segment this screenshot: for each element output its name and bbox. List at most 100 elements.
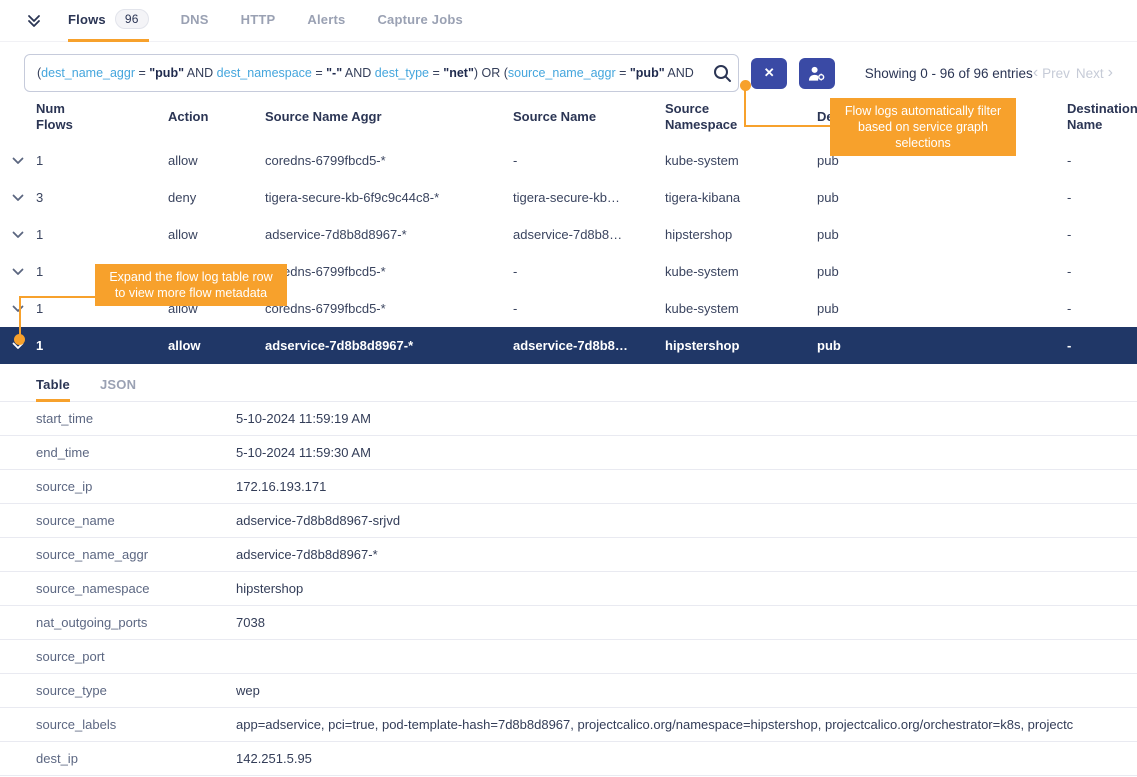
pagination-prev[interactable]: ‹ Prev bbox=[1033, 65, 1070, 81]
destination-name-cell: - bbox=[1067, 190, 1137, 205]
detail-row: source_name_aggr adservice-7d8b8d8967-* bbox=[0, 538, 1137, 572]
query-token: ) OR ( bbox=[474, 66, 508, 80]
source-name-aggr-cell: coredns-6799fbcd5-* bbox=[265, 301, 513, 316]
action-cell: allow bbox=[168, 227, 265, 242]
detail-key: source_labels bbox=[36, 717, 236, 732]
action-cell: allow bbox=[168, 153, 265, 168]
detail-row: source_ip 172.16.193.171 bbox=[0, 470, 1137, 504]
source-name-aggr-cell: tigera-secure-kb-6f9c9c44c8-* bbox=[265, 190, 513, 205]
num-flows-cell: 1 bbox=[36, 227, 168, 242]
source-namespace-cell: kube-system bbox=[665, 153, 817, 168]
detail-value: adservice-7d8b8d8967-srjvd bbox=[236, 513, 1137, 528]
flow-logs-panel: Flows 96 DNS HTTP Alerts Capture Jobs (d… bbox=[0, 0, 1137, 777]
detail-row: end_time 5-10-2024 11:59:30 AM bbox=[0, 436, 1137, 470]
detail-row: source_port bbox=[0, 640, 1137, 674]
callout-expand-note: Expand the flow log table row to view mo… bbox=[95, 264, 287, 306]
chevron-down-icon bbox=[12, 194, 24, 202]
detail-row: source_labels app=adservice, pci=true, p… bbox=[0, 708, 1137, 742]
dest-name-aggr-cell: pub bbox=[817, 190, 1067, 205]
detail-value: 5-10-2024 11:59:19 AM bbox=[236, 411, 1137, 426]
tab-alerts[interactable]: Alerts bbox=[307, 0, 345, 42]
source-namespace-cell: tigera-kibana bbox=[665, 190, 817, 205]
detail-tabs: Table JSON bbox=[0, 364, 1137, 402]
action-cell: allow bbox=[168, 338, 265, 353]
next-chevron-icon: › bbox=[1108, 65, 1113, 81]
callout-connector-line bbox=[19, 297, 21, 337]
tab-capture-jobs[interactable]: Capture Jobs bbox=[377, 0, 462, 42]
query-token: AND bbox=[184, 66, 217, 80]
pagination-next[interactable]: Next › bbox=[1076, 65, 1113, 81]
header-tabs: Flows 96 DNS HTTP Alerts Capture Jobs bbox=[68, 0, 495, 42]
expand-row-button[interactable] bbox=[0, 157, 36, 165]
table-row[interactable]: 3 deny tigera-secure-kb-6f9c9c44c8-* tig… bbox=[0, 179, 1137, 216]
detail-row: nat_outgoing_ports 7038 bbox=[0, 606, 1137, 640]
source-name-cell: - bbox=[513, 153, 665, 168]
tab-label: DNS bbox=[181, 12, 209, 27]
detail-tab-table[interactable]: Table bbox=[36, 377, 70, 402]
detail-key: start_time bbox=[36, 411, 236, 426]
query-token: AND bbox=[342, 66, 375, 80]
detail-row: source_name adservice-7d8b8d8967-srjvd bbox=[0, 504, 1137, 538]
callout-connector-line bbox=[744, 125, 830, 127]
double-chevron-down-icon bbox=[26, 13, 42, 29]
tab-label: Alerts bbox=[307, 12, 345, 27]
tab-http[interactable]: HTTP bbox=[241, 0, 276, 42]
num-flows-cell: 1 bbox=[36, 153, 168, 168]
search-icon[interactable] bbox=[712, 63, 732, 83]
filter-settings-button[interactable] bbox=[799, 58, 835, 89]
detail-key: source_namespace bbox=[36, 581, 236, 596]
column-header: Destination Name bbox=[1067, 101, 1137, 134]
filter-query-input[interactable]: (dest_name_aggr = "pub" AND dest_namespa… bbox=[24, 54, 739, 92]
detail-rows: start_time 5-10-2024 11:59:19 AM end_tim… bbox=[0, 402, 1137, 776]
column-header: Action bbox=[168, 109, 265, 125]
clear-filter-button[interactable]: ✕ bbox=[751, 58, 787, 89]
detail-value: 142.251.5.95 bbox=[236, 751, 1137, 766]
expand-row-button[interactable] bbox=[0, 194, 36, 202]
query-token: "-" bbox=[326, 66, 342, 80]
next-label: Next bbox=[1076, 66, 1104, 81]
prev-chevron-icon: ‹ bbox=[1033, 65, 1038, 81]
query-token: dest_namespace bbox=[217, 66, 312, 80]
detail-key: dest_ip bbox=[36, 751, 236, 766]
query-token: = bbox=[616, 66, 630, 80]
tab-count-badge: 96 bbox=[115, 9, 149, 29]
num-flows-cell: 3 bbox=[36, 190, 168, 205]
destination-name-cell: - bbox=[1067, 227, 1137, 242]
table-row[interactable]: 1 allow adservice-7d8b8d8967-* adservice… bbox=[0, 327, 1137, 364]
filter-bar: (dest_name_aggr = "pub" AND dest_namespa… bbox=[24, 54, 1113, 92]
detail-key: source_port bbox=[36, 649, 236, 664]
query-token: = bbox=[429, 66, 443, 80]
detail-row: source_type wep bbox=[0, 674, 1137, 708]
expand-row-button[interactable] bbox=[0, 231, 36, 239]
detail-key: nat_outgoing_ports bbox=[36, 615, 236, 630]
detail-key: source_name_aggr bbox=[36, 547, 236, 562]
expand-row-button[interactable] bbox=[0, 305, 36, 313]
tab-flows[interactable]: Flows 96 bbox=[68, 0, 149, 42]
query-token: "pub" bbox=[149, 66, 184, 80]
source-name-aggr-cell: adservice-7d8b8d8967-* bbox=[265, 338, 513, 353]
chevron-down-icon bbox=[12, 231, 24, 239]
detail-value: app=adservice, pci=true, pod-template-ha… bbox=[236, 717, 1137, 732]
query-token: AND bbox=[665, 66, 694, 80]
column-header: Num Flows bbox=[36, 101, 168, 134]
query-token: "pub" bbox=[630, 66, 665, 80]
source-name-aggr-cell: adservice-7d8b8d8967-* bbox=[265, 227, 513, 242]
dest-name-aggr-cell: pub bbox=[817, 301, 1067, 316]
detail-key: source_name bbox=[36, 513, 236, 528]
tab-dns[interactable]: DNS bbox=[181, 0, 209, 42]
detail-key: source_type bbox=[36, 683, 236, 698]
callout-filter-note: Flow logs automatically filter based on … bbox=[830, 98, 1016, 156]
pagination: ‹ Prev Next › bbox=[1033, 65, 1113, 81]
source-name-cell: tigera-secure-kb… bbox=[513, 190, 665, 205]
chevron-down-icon bbox=[12, 157, 24, 165]
table-row[interactable]: 1 allow adservice-7d8b8d8967-* adservice… bbox=[0, 216, 1137, 253]
destination-name-cell: - bbox=[1067, 301, 1137, 316]
source-namespace-cell: kube-system bbox=[665, 301, 817, 316]
expand-row-button[interactable] bbox=[0, 268, 36, 276]
detail-row: source_namespace hipstershop bbox=[0, 572, 1137, 606]
user-gear-icon bbox=[807, 65, 826, 82]
collapse-panel-button[interactable] bbox=[26, 13, 42, 29]
detail-tab-json[interactable]: JSON bbox=[100, 377, 136, 402]
source-name-cell: adservice-7d8b8… bbox=[513, 338, 665, 353]
dest-name-aggr-cell: pub bbox=[817, 264, 1067, 279]
